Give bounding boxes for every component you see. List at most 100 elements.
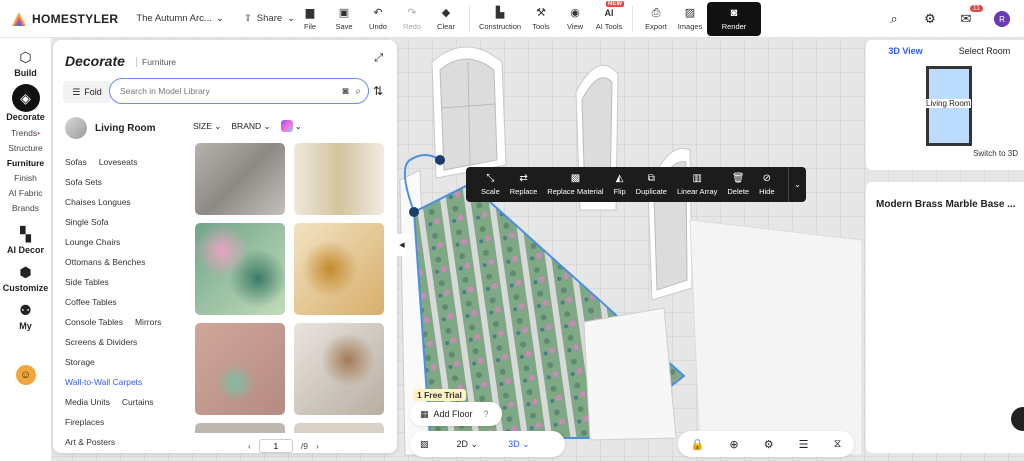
share-button[interactable]: ⇪ Share ⌄ [244,13,295,24]
mail-icon[interactable]: ✉ 11 [958,5,983,27]
fit-view-icon[interactable]: ⧖ [834,438,842,451]
tools-icon: ⚒ [536,6,546,19]
help-icon[interactable]: ? [484,409,489,419]
list-item: Single Sofa [65,217,109,227]
product-thumbnail[interactable] [294,143,384,215]
color-filter[interactable]: ⌄ [280,120,302,132]
toolbar-divider [632,6,633,32]
undo-button[interactable]: ↶ Undo [361,0,395,38]
page-input[interactable] [258,439,293,453]
search-catalog-icon[interactable]: ⌕ [886,11,902,27]
rail-build[interactable]: ⬡ Build [0,46,51,79]
scale-icon: ⤡ [486,173,495,184]
product-thumbnail[interactable] [195,423,285,433]
export-icon: ⎙ [651,6,661,19]
tab-select-room[interactable]: Select Room [945,46,1024,56]
product-grid [193,143,385,433]
avatar[interactable]: R [994,11,1010,27]
build-icon: ⬡ [19,48,32,65]
product-thumbnail[interactable] [294,423,384,433]
logo[interactable]: HOMESTYLER [12,11,118,26]
fold-button[interactable]: ☰ Fold [63,81,111,103]
expand-icon[interactable]: ⤢ [374,52,383,65]
tools-button[interactable]: ⚒ Tools [524,0,558,38]
product-thumbnail[interactable] [195,323,285,415]
list-item: Chaises Longues [65,197,131,207]
chevron-down-icon[interactable]: ⌄ [788,167,806,202]
rail-sub-ai-fabric[interactable]: AI Fabric [0,188,51,198]
logo-mark-icon [12,11,26,26]
minimap-panel: 3D View Select Room Living Room Switch t… [866,40,1024,170]
list-icon: ☰ [72,86,81,97]
replace-button[interactable]: ⇄ Replace [505,167,543,202]
trash-icon: 🗑 [731,173,745,184]
folder-icon: ▆ [305,6,315,19]
floor-plan-thumbnail[interactable]: Living Room [925,66,972,146]
replace-material-button[interactable]: ▩ Replace Material [542,167,608,202]
free-trial-badge: 1 Free Trial [413,389,466,401]
next-page-icon[interactable]: › [316,441,319,451]
images-button[interactable]: ▨ Images [673,0,707,38]
brand-filter[interactable]: BRAND ⌄ [231,121,270,132]
camera-settings-icon[interactable]: ⚙ [764,438,774,451]
product-thumbnail[interactable] [294,323,384,415]
view-2d-button[interactable]: 2D ⌄ [457,439,479,450]
add-floor-button[interactable]: ▦ Add Floor ? [410,402,502,426]
save-button[interactable]: ▣ Save [327,0,361,38]
view-button[interactable]: ◉ View [558,0,592,38]
project-title-dropdown[interactable]: The Autumn Arc... ⌄ [136,13,223,24]
search-input[interactable] [120,86,343,96]
main-toolbar: ▆ File ▣ Save ↶ Undo ↷ Redo ◆ Clear ▙ Construc… [293,0,761,38]
ai-tools-button[interactable]: NEW AI AI Tools [592,0,626,38]
sort-icon[interactable]: ⇅ [373,84,383,98]
notification-badge: 11 [969,5,983,12]
list-item: Console Tables Mirrors [65,317,162,327]
product-thumbnail[interactable] [195,143,285,215]
top-bar: HOMESTYLER The Autumn Arc... ⌄ ⇪ Share ⌄… [0,0,1024,38]
rail-ai-decor[interactable]: ▚ AI Decor [0,223,51,256]
rail-sub-structure[interactable]: Structure [0,143,51,153]
view-3d-button[interactable]: 3D ⌄ [508,439,530,450]
list-item: Media Units Curtains [65,397,154,407]
room-selector[interactable]: Living Room [65,117,156,139]
clear-icon: ◆ [441,6,451,19]
rail-sub-trends[interactable]: Trends• [0,128,51,138]
render-button[interactable]: ◙ Render [707,2,761,36]
camera-search-icon[interactable]: ◙ [342,86,348,97]
lock-icon[interactable]: 🔒 [691,438,705,451]
linear-array-button[interactable]: ▥ Linear Array [672,167,722,202]
search-icon[interactable]: ⌕ [355,86,361,97]
room-label: Living Room [925,99,972,108]
product-thumbnail[interactable] [195,223,285,315]
rail-customize[interactable]: ⬢ Customize [0,261,51,294]
hide-button[interactable]: ⊘ Hide [754,167,779,202]
redo-button[interactable]: ↷ Redo [395,0,429,38]
rail-help[interactable]: ☺ [0,365,51,385]
switch-to-3d-button[interactable]: Switch to 3D [973,149,1018,158]
rail-my[interactable]: ⚉ My [0,299,51,332]
tab-3d-view[interactable]: 3D View [866,46,945,56]
camera-list-icon[interactable]: ☰ [799,438,809,451]
clear-button[interactable]: ◆ Clear [429,0,463,38]
room-thumbnail [65,117,87,139]
grid-toggle-icon[interactable]: ▨ [420,439,429,450]
prev-page-icon[interactable]: ‹ [248,441,251,451]
duplicate-button[interactable]: ⧉ Duplicate [631,167,672,202]
rail-decorate[interactable]: ◈ Decorate [0,84,51,122]
delete-button[interactable]: 🗑 Delete [722,167,754,202]
product-thumbnail[interactable] [294,223,384,315]
construction-button[interactable]: ▙ Construction [476,0,524,38]
rail-sub-brands[interactable]: Brands [0,203,51,213]
rail-sub-furniture[interactable]: Furniture [0,158,51,168]
file-button[interactable]: ▆ File [293,0,327,38]
collapse-panel-icon[interactable]: ◀ [397,234,407,256]
material-icon: ▩ [570,173,581,184]
size-filter[interactable]: SIZE ⌄ [193,121,221,132]
export-button[interactable]: ⎙ Export [639,0,673,38]
flip-button[interactable]: ◭ Flip [609,167,631,202]
rail-sub-finish[interactable]: Finish [0,173,51,183]
scale-button[interactable]: ⤡ Scale [476,167,505,202]
list-item: Storage [65,357,95,367]
gear-icon[interactable]: ⚙ [922,11,938,27]
camera-add-icon[interactable]: ⊕ [729,438,738,451]
